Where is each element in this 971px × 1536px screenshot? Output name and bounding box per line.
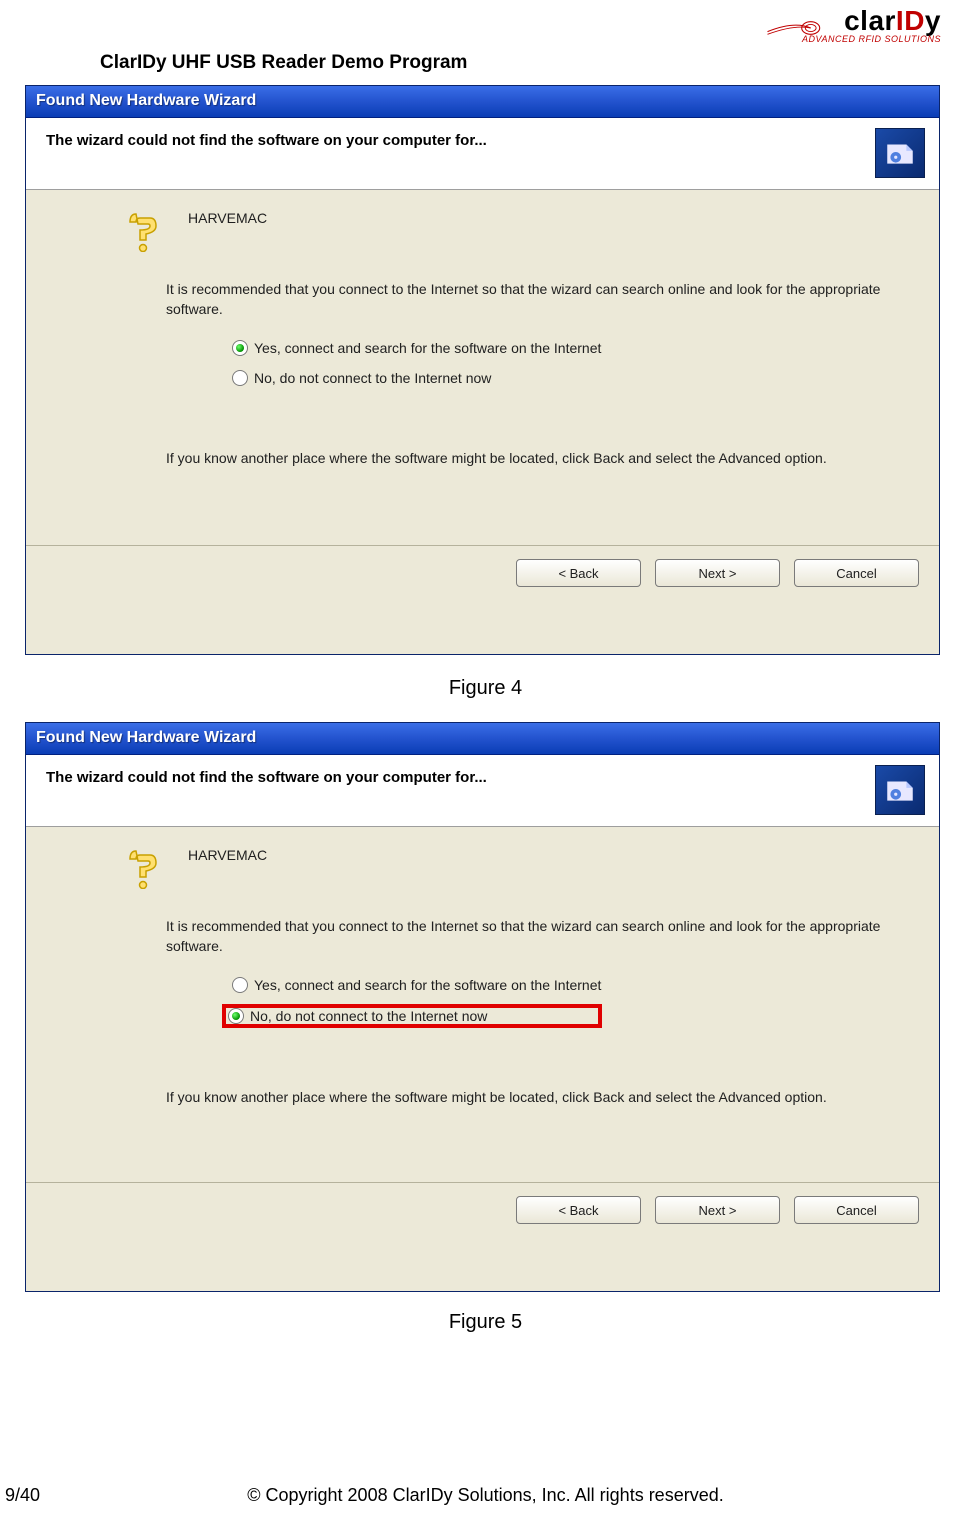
figure-caption-4: Figure 4 bbox=[0, 677, 971, 700]
radio-option-no[interactable]: No, do not connect to the Internet now bbox=[222, 1004, 602, 1028]
next-button[interactable]: Next > bbox=[655, 559, 780, 587]
radio-group: Yes, connect and search for the software… bbox=[226, 337, 909, 389]
wizard-dialog-figure5: Found New Hardware Wizard The wizard cou… bbox=[25, 722, 940, 1292]
recommend-text: It is recommended that you connect to th… bbox=[166, 917, 899, 956]
radio-label: No, do not connect to the Internet now bbox=[254, 370, 491, 386]
dialog-heading: The wizard could not find the software o… bbox=[46, 769, 919, 786]
radio-icon bbox=[232, 977, 248, 993]
dialog-button-row: < Back Next > Cancel bbox=[26, 545, 939, 600]
page-footer: 9/40 © Copyright 2008 ClarIDy Solutions,… bbox=[0, 1485, 971, 1506]
page-number: 9/40 bbox=[0, 1485, 100, 1506]
radio-option-yes[interactable]: Yes, connect and search for the software… bbox=[226, 974, 909, 996]
dialog-heading: The wizard could not find the software o… bbox=[46, 132, 919, 149]
radio-icon bbox=[228, 1008, 244, 1024]
dialog-body: HARVEMAC It is recommended that you conn… bbox=[26, 827, 939, 1237]
logo-text-clar: clar bbox=[844, 5, 896, 36]
radio-label: Yes, connect and search for the software… bbox=[254, 340, 601, 356]
device-name-label: HARVEMAC bbox=[188, 208, 267, 226]
cancel-button[interactable]: Cancel bbox=[794, 559, 919, 587]
radio-label: No, do not connect to the Internet now bbox=[250, 1008, 487, 1024]
brand-logo: clarIDy ADVANCED RFID SOLUTIONS bbox=[802, 5, 941, 44]
dialog-titlebar[interactable]: Found New Hardware Wizard bbox=[26, 86, 939, 118]
back-button[interactable]: < Back bbox=[516, 559, 641, 587]
install-disk-icon bbox=[875, 765, 925, 815]
radio-label: Yes, connect and search for the software… bbox=[254, 977, 601, 993]
dialog-titlebar[interactable]: Found New Hardware Wizard bbox=[26, 723, 939, 755]
radio-icon bbox=[232, 370, 248, 386]
device-name-label: HARVEMAC bbox=[188, 845, 267, 863]
document-title: ClarIDy UHF USB Reader Demo Program bbox=[100, 52, 467, 74]
next-button[interactable]: Next > bbox=[655, 1196, 780, 1224]
copyright-text: © Copyright 2008 ClarIDy Solutions, Inc.… bbox=[100, 1485, 971, 1506]
question-mark-icon bbox=[126, 208, 166, 252]
dialog-button-row: < Back Next > Cancel bbox=[26, 1182, 939, 1237]
logo-swoosh-icon bbox=[767, 19, 822, 37]
logo-tagline: ADVANCED RFID SOLUTIONS bbox=[802, 34, 941, 44]
radio-option-yes[interactable]: Yes, connect and search for the software… bbox=[226, 337, 909, 359]
cancel-button[interactable]: Cancel bbox=[794, 1196, 919, 1224]
logo-text-id: ID bbox=[896, 5, 925, 36]
radio-icon bbox=[232, 340, 248, 356]
dialog-header: The wizard could not find the software o… bbox=[26, 118, 939, 190]
question-mark-icon bbox=[126, 845, 166, 889]
back-button[interactable]: < Back bbox=[516, 1196, 641, 1224]
recommend-text: It is recommended that you connect to th… bbox=[166, 280, 899, 319]
figure-caption-5: Figure 5 bbox=[0, 1311, 971, 1334]
hint-text: If you know another place where the soft… bbox=[166, 449, 899, 469]
radio-option-no[interactable]: No, do not connect to the Internet now bbox=[226, 367, 909, 389]
dialog-body: HARVEMAC It is recommended that you conn… bbox=[26, 190, 939, 600]
hint-text: If you know another place where the soft… bbox=[166, 1088, 899, 1108]
wizard-dialog-figure4: Found New Hardware Wizard The wizard cou… bbox=[25, 85, 940, 655]
radio-group: Yes, connect and search for the software… bbox=[226, 974, 909, 1028]
dialog-header: The wizard could not find the software o… bbox=[26, 755, 939, 827]
logo-text-y: y bbox=[925, 5, 941, 36]
install-disk-icon bbox=[875, 128, 925, 178]
